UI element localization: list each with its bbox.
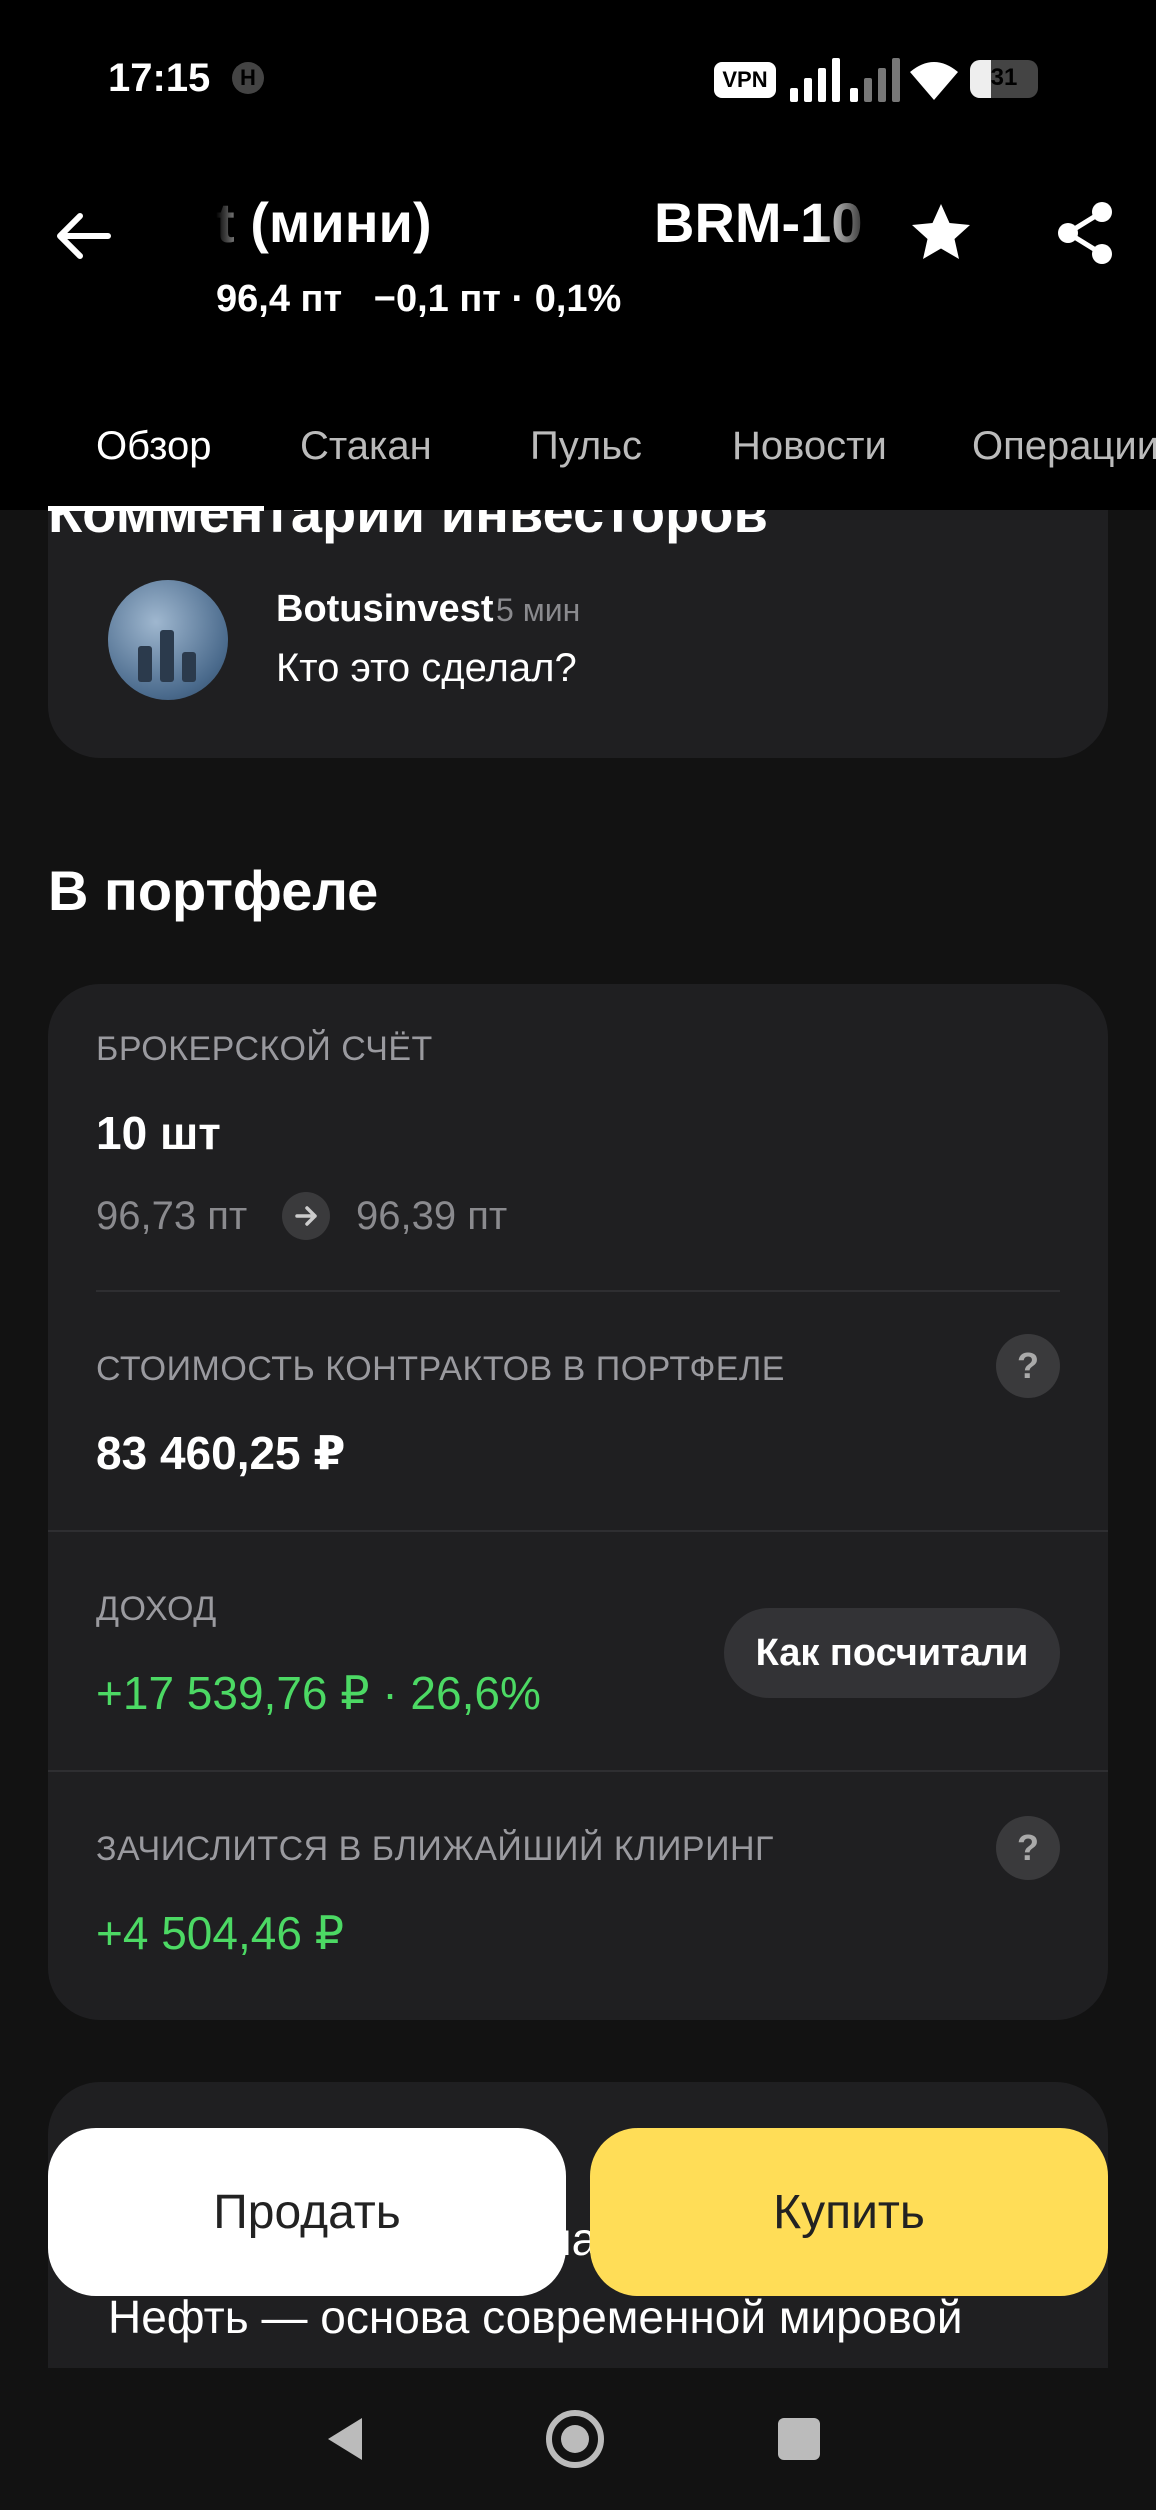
nav-back-icon[interactable] xyxy=(312,2404,382,2474)
clearing-label: ЗАЧИСЛИТСЯ В БЛИЖАЙШИЙ КЛИРИНГ xyxy=(96,1830,774,1868)
tab-orderbook[interactable]: Стакан xyxy=(300,424,432,469)
tab-operations[interactable]: Операции xyxy=(972,424,1156,469)
arrow-right-icon xyxy=(282,1192,330,1240)
active-tab-indicator xyxy=(48,506,264,511)
price-change: −0,1 пт · 0,1% xyxy=(373,278,622,320)
arrow-left-icon[interactable] xyxy=(52,204,116,268)
current-price: 96,4 пт xyxy=(216,278,343,320)
share-icon[interactable] xyxy=(1050,198,1120,268)
comment-text: Кто это сделал? xyxy=(276,646,577,690)
battery-icon: 31 xyxy=(970,60,1038,98)
average-price: 96,73 пт xyxy=(96,1194,248,1238)
status-time: 17:15 xyxy=(108,56,211,100)
clearing-value: +4 504,46 ₽ xyxy=(96,1907,344,1959)
how-calculated-button[interactable]: Как посчитали xyxy=(724,1608,1060,1698)
star-icon[interactable] xyxy=(906,198,976,268)
buy-button[interactable]: Купить xyxy=(590,2128,1108,2296)
instrument-title: t (мини) BRM-10 xyxy=(216,190,876,270)
contracts-value: 83 460,25 ₽ xyxy=(96,1427,346,1479)
wifi-icon xyxy=(910,62,958,100)
tab-news[interactable]: Новости xyxy=(732,424,887,469)
divider xyxy=(48,1770,1108,1772)
help-icon[interactable]: ? xyxy=(996,1334,1060,1398)
comment-time: 5 мин xyxy=(496,592,581,628)
nav-recents-icon[interactable] xyxy=(764,2404,834,2474)
h-icon: H xyxy=(232,62,264,94)
income-value: +17 539,76 ₽ · 26,6% xyxy=(96,1667,541,1719)
system-nav-bar xyxy=(0,2368,1156,2510)
comment-author[interactable]: Botusinvest xyxy=(276,588,493,631)
about-text: Нефть — основа современной мировой xyxy=(108,2291,963,2343)
status-bar: 17:15 H VPN 31 xyxy=(0,0,1156,160)
signal-icon xyxy=(790,58,844,102)
help-icon[interactable]: ? xyxy=(996,1816,1060,1880)
account-label: БРОКЕРСКОЙ СЧЁТ xyxy=(96,1030,433,1068)
tab-pulse[interactable]: Пульс xyxy=(530,424,642,469)
vpn-badge: VPN xyxy=(714,62,776,98)
nav-home-icon[interactable] xyxy=(540,2404,610,2474)
price-line: 96,4 пт −0,1 пт · 0,1% xyxy=(216,278,621,321)
section-title: В портфеле xyxy=(48,859,379,922)
tab-bar-overlay: Обзор Стакан Пульс Новости Операции xyxy=(0,410,1156,511)
avatar[interactable] xyxy=(108,580,228,700)
sell-button[interactable]: Продать xyxy=(48,2128,566,2296)
position-quantity: 10 шт xyxy=(96,1107,221,1159)
income-label: ДОХОД xyxy=(96,1590,217,1628)
signal-icon xyxy=(850,58,904,102)
tab-overview[interactable]: Обзор xyxy=(96,424,212,469)
divider xyxy=(96,1290,1060,1292)
current-price-value: 96,39 пт xyxy=(356,1194,508,1238)
value-label: СТОИМОСТЬ КОНТРАКТОВ В ПОРТФЕЛЕ xyxy=(96,1350,785,1388)
divider xyxy=(48,1530,1108,1532)
